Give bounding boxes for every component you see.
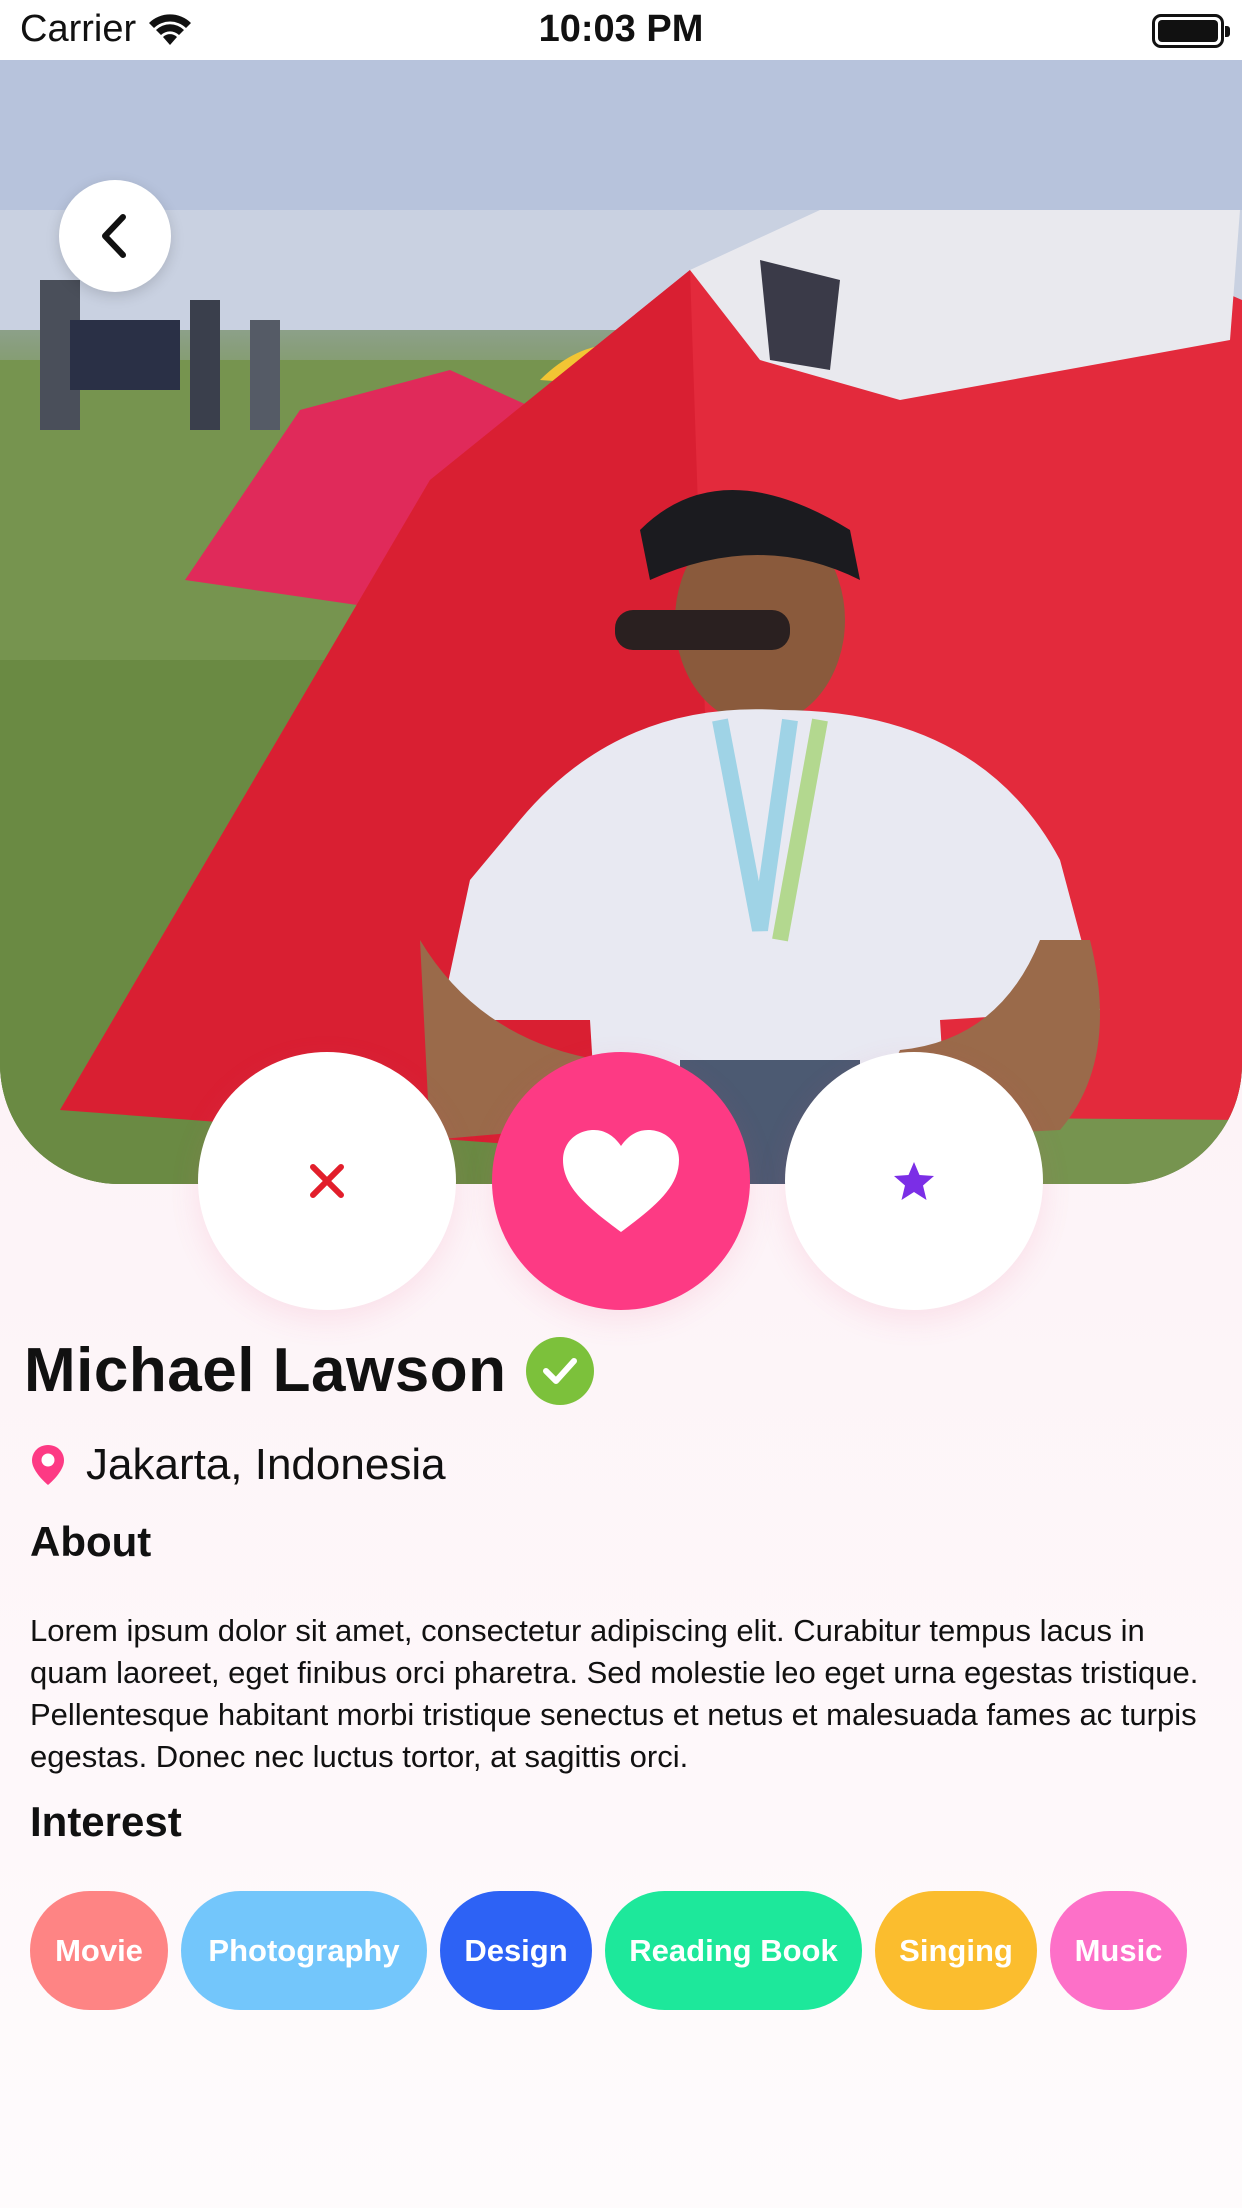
camping-photo-illustration	[0, 60, 1242, 1184]
like-button[interactable]	[492, 1052, 750, 1310]
chevron-left-icon	[102, 214, 126, 258]
wifi-icon	[149, 13, 192, 45]
location-text: Jakarta, Indonesia	[86, 1440, 446, 1489]
chip-label: Music	[1074, 1932, 1163, 1968]
chip-label: Photography	[208, 1932, 400, 1968]
close-icon	[310, 1164, 344, 1198]
heart-icon	[563, 1130, 679, 1232]
location-row: Jakarta, Indonesia	[30, 1440, 446, 1490]
interest-chip-reading-book[interactable]: Reading Book	[605, 1891, 862, 2010]
profile-name-row: Michael Lawson	[24, 1335, 595, 1406]
carrier-indicator: Carrier	[20, 8, 192, 51]
back-button[interactable]	[59, 180, 171, 292]
location-pin-icon	[32, 1445, 64, 1485]
interest-chip-singing[interactable]: Singing	[875, 1891, 1037, 2010]
about-text: Lorem ipsum dolor sit amet, consectetur …	[30, 1613, 1199, 1774]
verified-badge-icon	[526, 1336, 595, 1405]
chip-label: Movie	[55, 1932, 143, 1968]
interest-chip-photography[interactable]: Photography	[181, 1891, 427, 2010]
chip-label: Singing	[899, 1932, 1013, 1968]
action-buttons	[0, 1052, 1242, 1312]
carrier-label: Carrier	[20, 8, 137, 50]
star-icon	[894, 1162, 934, 1200]
interest-title: Interest	[30, 1798, 182, 1845]
chip-label: Design	[464, 1932, 568, 1968]
interest-chips: Movie Photography Design Reading Book Si…	[30, 1891, 1187, 2010]
profile-name: Michael Lawson	[24, 1336, 507, 1405]
super-like-button[interactable]	[785, 1052, 1043, 1310]
about-title: About	[30, 1518, 152, 1565]
interest-chip-music[interactable]: Music	[1050, 1891, 1187, 2010]
interest-chip-design[interactable]: Design	[440, 1891, 592, 2010]
battery-icon	[1152, 14, 1230, 48]
interest-chip-movie[interactable]: Movie	[30, 1891, 168, 2010]
status-bar: Carrier 10:03 PM	[0, 0, 1242, 60]
dislike-button[interactable]	[198, 1052, 456, 1310]
chip-label: Reading Book	[629, 1932, 838, 1968]
profile-photo	[0, 60, 1242, 1184]
